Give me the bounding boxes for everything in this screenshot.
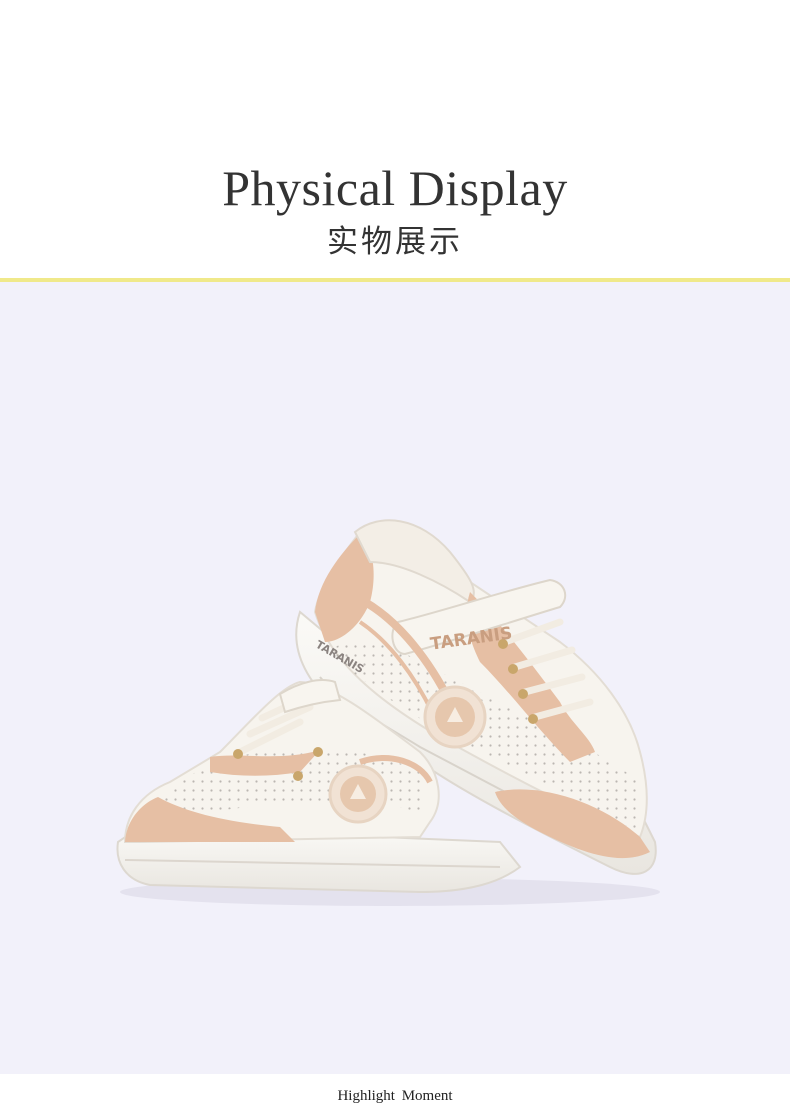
page-footer: Highlight Moment: [0, 1074, 790, 1114]
page-header: Physical Display 实物展示: [0, 0, 790, 278]
footer-caption: Highlight Moment: [337, 1088, 453, 1104]
shoes-illustration: TARANIS TARANIS: [116, 519, 660, 906]
page-title-chinese: 实物展示: [327, 224, 463, 260]
page-title-english: Physical Display: [222, 160, 568, 216]
product-photo: TARANIS TARANIS: [0, 282, 790, 1074]
